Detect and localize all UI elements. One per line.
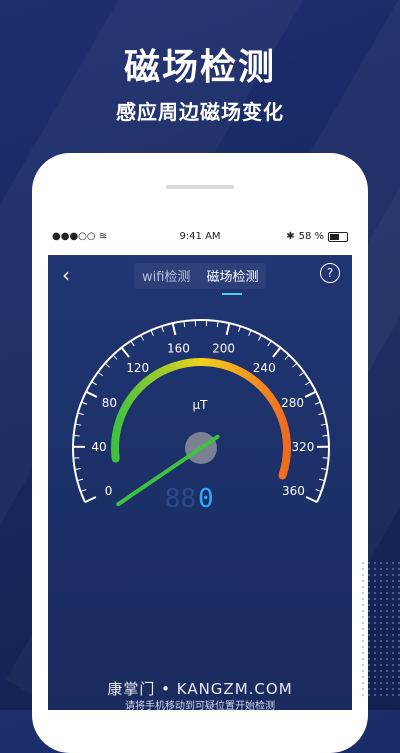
chevron-left-icon: ‹ (62, 263, 70, 287)
gauge-minor-tick (78, 413, 84, 415)
gauge: 0 40 80 120 160 200 240 280 320 360 μT 88 0 (48, 295, 352, 535)
gauge-major-tick (273, 348, 280, 357)
gauge-minor-tick (131, 341, 134, 346)
gauge-minor-tick (141, 335, 144, 340)
gauge-major-tick (227, 323, 230, 335)
watermark: 康掌门 • KANGZM.COM (0, 678, 400, 699)
gauge-reading: 0 (198, 484, 214, 514)
gauge-minor-tick (75, 468, 81, 469)
gauge-tick-label: 80 (102, 396, 117, 410)
gauge-minor-tick (75, 424, 81, 425)
gauge-minor-tick (74, 435, 80, 436)
gauge-tick-label: 40 (91, 440, 106, 454)
gauge-minor-tick (318, 413, 324, 415)
promo-title: 磁场检测 (0, 38, 400, 90)
gauge-minor-tick (316, 490, 322, 492)
gauge-minor-tick (238, 326, 240, 332)
gauge-major-tick (173, 323, 176, 335)
gauge-minor-tick (299, 372, 304, 376)
gauge-tick-label: 0 (105, 484, 113, 498)
gauge-minor-tick (105, 363, 109, 367)
gauge-tick-label: 320 (292, 440, 315, 454)
tab-magnetic-detection[interactable]: 磁场检测 (198, 263, 266, 289)
gauge-minor-tick (315, 402, 321, 404)
gauge-minor-tick (81, 490, 87, 492)
gauge-minor-tick (151, 330, 153, 336)
gauge-tick-label: 360 (282, 484, 305, 498)
gauge-minor-tick (292, 363, 296, 367)
battery-percent: 58 % (299, 231, 324, 242)
gauge-major-tick (85, 497, 96, 502)
status-bar: ●●●○○ ≋ 9:41 AM ✱ 58 % (48, 228, 352, 248)
app-screen: ‹ wifi检测 磁场检测 ? 0 40 80 120 160 200 240 280 320 3… (48, 255, 352, 710)
gauge-minor-tick (162, 326, 164, 332)
gauge-tick-label: 240 (253, 361, 276, 375)
gauge-minor-tick (258, 335, 261, 340)
gauge-tick-label: 120 (126, 361, 149, 375)
gauge-minor-tick (98, 372, 103, 376)
gauge-minor-tick (113, 355, 117, 359)
gauge-minor-tick (184, 321, 185, 327)
gauge-minor-tick (285, 355, 289, 359)
question-icon: ? (327, 266, 333, 280)
tab-wifi-detection[interactable]: wifi检测 (134, 263, 198, 289)
gauge-unit: μT (193, 398, 209, 412)
bluetooth-icon: ✱ (286, 231, 294, 242)
gauge-minor-tick (319, 479, 325, 481)
gauge-major-tick (306, 497, 317, 502)
gauge-minor-tick (321, 424, 327, 425)
gauge-minor-tick (268, 341, 271, 346)
gauge-minor-tick (92, 382, 97, 385)
gauge-minor-tick (77, 479, 83, 481)
gauge-major-tick (86, 392, 97, 397)
gauge-minor-tick (305, 382, 310, 385)
promo-subtitle: 感应周边磁场变化 (0, 96, 400, 125)
gauge-minor-tick (249, 330, 251, 336)
gauge-minor-tick (322, 435, 328, 436)
gauge-minor-tick (321, 468, 327, 469)
gauge-digits-placeholder: 88 (165, 484, 196, 514)
phone-speaker (166, 185, 234, 189)
detection-tabs: wifi检测 磁场检测 (134, 263, 266, 289)
status-right: ✱ 58 % (286, 231, 348, 242)
back-button[interactable]: ‹ (62, 263, 70, 287)
gauge-tick-label: 160 (167, 342, 190, 356)
gauge-minor-tick (217, 321, 218, 327)
help-button[interactable]: ? (320, 263, 340, 283)
gauge-major-tick (305, 392, 316, 397)
gauge-tick-label: 280 (281, 396, 304, 410)
battery-icon (328, 232, 348, 242)
gauge-minor-tick (82, 402, 88, 404)
gauge-major-tick (122, 348, 129, 357)
gauge-tick-label: 200 (212, 342, 235, 356)
